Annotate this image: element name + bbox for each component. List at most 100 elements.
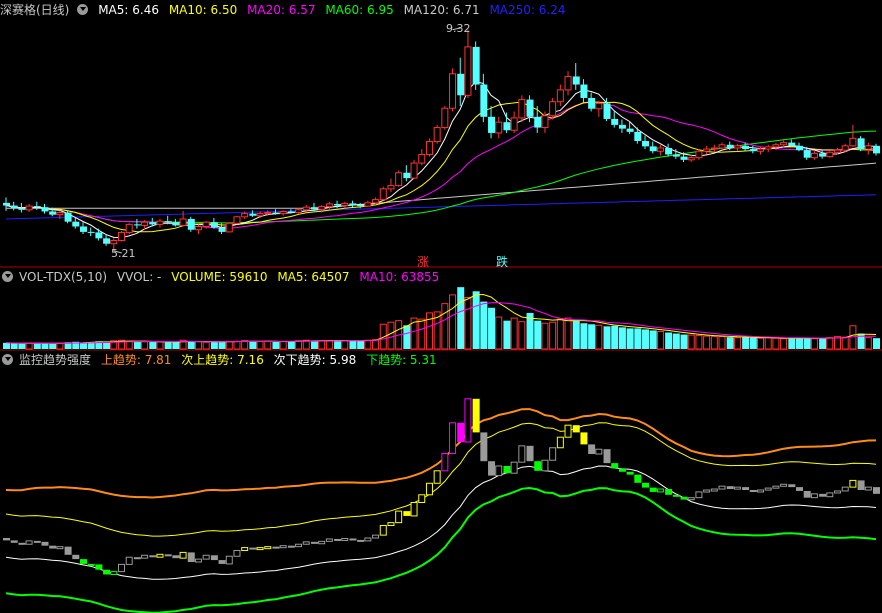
candle-body [642, 141, 650, 147]
candle [611, 111, 619, 128]
candle-body [72, 221, 80, 227]
candle [480, 73, 488, 123]
candle [41, 203, 49, 214]
volume-bar [472, 291, 480, 349]
trend-strength-bar [588, 444, 596, 454]
candle-body [810, 152, 818, 159]
trend-strength-bar [418, 494, 426, 503]
trend-strength-bar [656, 488, 664, 493]
volume-bar [464, 296, 472, 350]
trend-strength-bar [564, 424, 572, 438]
candle-body [541, 115, 549, 129]
trend-strength-bar [372, 534, 380, 539]
candle-body [603, 103, 611, 119]
sub-down-trend-line [5, 465, 877, 580]
candle-body [3, 202, 10, 206]
candle [225, 222, 233, 233]
trend-strength-bar [849, 479, 857, 488]
candle [133, 218, 141, 229]
volume-bar [826, 337, 834, 350]
candle-body [349, 203, 357, 205]
volume-bar [480, 301, 488, 349]
volume-bar [187, 341, 195, 349]
volume-bar [25, 342, 33, 350]
candle-body [857, 138, 865, 150]
trend-strength-bar [149, 555, 157, 558]
candle [595, 100, 603, 117]
trend-strength-bar [272, 546, 280, 549]
price-panel [3, 27, 880, 254]
trend-strength-bar [287, 545, 295, 548]
candle [233, 215, 241, 225]
candle [25, 203, 33, 212]
volume-bar [549, 321, 557, 350]
candle [749, 145, 757, 154]
trend-strength-bar [488, 461, 496, 476]
trend-strength-bar [549, 447, 557, 461]
trend-strength-bar [103, 569, 111, 575]
candle-body [572, 76, 580, 85]
candle [518, 95, 526, 123]
volume-bar [349, 340, 357, 349]
candle [441, 106, 449, 130]
candle [387, 178, 395, 193]
volume-bar [156, 341, 164, 350]
volume-bar [541, 322, 549, 350]
volume-bar [534, 320, 542, 349]
candle-body [387, 185, 395, 190]
candle-body [464, 46, 472, 96]
volume-bar [595, 324, 603, 350]
candle-body [580, 84, 588, 98]
volume-bar [803, 338, 811, 349]
candle-body [634, 131, 642, 141]
volume-bar [788, 338, 796, 349]
candle-body [133, 224, 141, 226]
candle-body [834, 149, 842, 153]
volume-bar [626, 328, 634, 349]
trend-strength-bar [79, 559, 87, 564]
trend-strength-bar [780, 483, 788, 487]
candle [249, 210, 257, 217]
candle-body [518, 99, 526, 119]
high-price-label: 9.32 [446, 22, 471, 35]
candle-body [241, 213, 249, 218]
candle-body [372, 199, 380, 204]
trend-strength-bar [534, 461, 542, 471]
candle [418, 149, 426, 166]
candle-body [156, 220, 164, 225]
trend-strength-bar [556, 436, 564, 449]
candle [718, 142, 726, 151]
candle-body [164, 221, 172, 223]
sub-up-trend-line [5, 422, 877, 537]
volume-bar [364, 339, 372, 350]
trend-strength-bar [472, 398, 480, 433]
trend-strength-bar [172, 555, 180, 559]
volume-bar [441, 303, 449, 350]
trend-strength-bar [133, 557, 141, 560]
trend-strength-bar [733, 486, 741, 490]
candle-body [611, 118, 619, 125]
candle [295, 208, 303, 214]
trend-strength-bar [341, 537, 349, 541]
candle [703, 145, 711, 155]
candle [125, 223, 133, 235]
candle-body [25, 205, 33, 211]
volume-bar [279, 341, 287, 350]
trend-strength-bar [680, 496, 688, 500]
trend-strength-bar [826, 492, 834, 498]
volume-bar [49, 343, 57, 349]
candle-body [780, 142, 788, 146]
volume-bar [841, 336, 849, 350]
candle-body [179, 218, 187, 226]
volume-bar [656, 330, 664, 350]
candle-body [141, 221, 149, 226]
volume-bar [780, 338, 788, 350]
candle-body [125, 223, 133, 233]
trend-strength-bar [403, 511, 411, 516]
candle-body [110, 239, 118, 245]
volume-bar [642, 329, 650, 349]
trend-strength-bar [764, 487, 772, 491]
trend-strength-bar [703, 489, 711, 493]
chart-canvas[interactable]: 9.32 5.21 涨 跌 [0, 0, 882, 613]
trend-strength-bar [210, 555, 218, 561]
